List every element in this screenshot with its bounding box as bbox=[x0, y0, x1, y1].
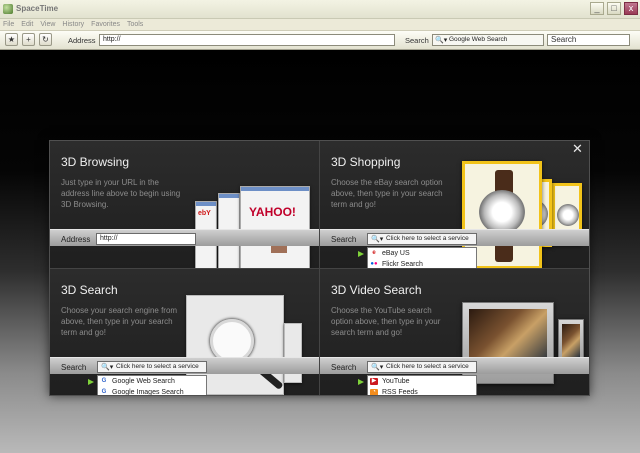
service-select[interactable]: 🔍▾ Click here to select a service bbox=[97, 361, 207, 373]
option-label: YouTube bbox=[382, 378, 410, 385]
app-icon bbox=[3, 4, 13, 14]
option-youtube[interactable]: ▶ YouTube bbox=[368, 376, 476, 387]
shopping-illustration bbox=[462, 161, 589, 268]
search-engine-select[interactable]: 🔍▾ Google Web Search bbox=[432, 34, 544, 46]
menu-tools[interactable]: Tools bbox=[127, 21, 143, 28]
address-toolbar: ★ + ↻ Address http:// Search 🔍▾ Google W… bbox=[0, 31, 640, 50]
panel-description: Just type in your URL in the address lin… bbox=[61, 178, 181, 209]
plus-icon: + bbox=[26, 35, 31, 44]
pointer-arrow-icon bbox=[358, 251, 364, 257]
panel-title: 3D Browsing bbox=[61, 155, 130, 169]
panel-description: Choose the eBay search option above, the… bbox=[331, 178, 443, 209]
panel-title: 3D Shopping bbox=[331, 155, 401, 169]
star-icon: ★ bbox=[7, 35, 16, 44]
title-bar: SpaceTime _ □ x bbox=[0, 0, 640, 19]
panel-3d-video-search: 3D Video Search Choose the YouTube searc… bbox=[320, 269, 589, 396]
option-label: eBay US bbox=[382, 250, 410, 257]
search-input[interactable]: Search bbox=[547, 34, 630, 46]
service-select-text: Click here to select a service bbox=[386, 235, 469, 242]
search-bar: Search 🔍▾ Click here to select a service bbox=[320, 357, 589, 374]
welcome-dialog: 3D Browsing Just type in your URL in the… bbox=[49, 140, 590, 396]
service-select[interactable]: 🔍▾ Click here to select a service bbox=[367, 361, 477, 373]
menu-bar: File Edit View History Favorites Tools bbox=[0, 19, 640, 31]
service-dropdown: e eBay US ●● Flickr Search bbox=[367, 247, 477, 268]
search-select-icon: 🔍▾ bbox=[371, 236, 384, 243]
option-label: Google Images Search bbox=[112, 389, 184, 396]
panel-3d-browsing: 3D Browsing Just type in your URL in the… bbox=[50, 141, 320, 269]
option-label: Flickr Search bbox=[382, 261, 423, 268]
search-engine-value: Google Web Search bbox=[449, 36, 508, 43]
service-select-text: Click here to select a service bbox=[386, 363, 469, 370]
panel-3d-shopping: 3D Shopping Choose the eBay search optio… bbox=[320, 141, 589, 269]
yahoo-logo: YAHOO! bbox=[249, 205, 296, 219]
flickr-icon: ●● bbox=[370, 261, 378, 267]
service-dropdown: ▶ YouTube ◔ RSS Feeds bbox=[367, 375, 477, 396]
page-preview-yahoo: YAHOO! bbox=[240, 186, 310, 268]
search-select-icon: 🔍▾ bbox=[371, 364, 384, 371]
search-label: Search bbox=[61, 363, 87, 372]
search-engine-icon: 🔍▾ bbox=[435, 37, 448, 44]
address-bar: Address http:// bbox=[50, 229, 319, 246]
google-icon: G bbox=[101, 378, 107, 384]
service-dropdown: G Google Web Search G Google Images Sear… bbox=[97, 375, 207, 396]
watch-image bbox=[479, 190, 525, 234]
close-button[interactable]: x bbox=[624, 2, 638, 15]
option-rss-feeds[interactable]: ◔ RSS Feeds bbox=[368, 387, 476, 396]
window-controls: _ □ x bbox=[590, 2, 638, 15]
panel-address-input[interactable]: http:// bbox=[96, 233, 196, 245]
search-label: Search bbox=[331, 235, 357, 244]
rss-icon: ◔ bbox=[370, 389, 378, 395]
option-ebay-us[interactable]: e eBay US bbox=[368, 248, 476, 259]
tv-screen bbox=[562, 324, 580, 358]
maximize-button[interactable]: □ bbox=[607, 2, 621, 15]
pointer-arrow-icon bbox=[88, 379, 94, 385]
dialog-close-button[interactable]: ✕ bbox=[572, 142, 583, 156]
pointer-arrow-icon bbox=[358, 379, 364, 385]
menu-file[interactable]: File bbox=[3, 21, 14, 28]
search-bar: Search 🔍▾ Click here to select a service bbox=[320, 229, 589, 246]
address-label: Address bbox=[61, 235, 91, 244]
window-title: SpaceTime bbox=[16, 4, 59, 13]
ebay-logo: ebY bbox=[198, 210, 211, 217]
service-select[interactable]: 🔍▾ Click here to select a service bbox=[367, 233, 477, 245]
google-icon: G bbox=[101, 389, 107, 395]
option-google-web-search[interactable]: G Google Web Search bbox=[98, 376, 206, 387]
option-flickr-search[interactable]: ●● Flickr Search bbox=[368, 259, 476, 268]
option-label: RSS Feeds bbox=[382, 389, 418, 396]
panel-title: 3D Video Search bbox=[331, 283, 422, 297]
menu-edit[interactable]: Edit bbox=[21, 21, 33, 28]
panel-3d-search: 3D Search Choose your search engine from… bbox=[50, 269, 320, 396]
favorite-star-button[interactable]: ★ bbox=[5, 33, 18, 46]
panel-description: Choose your search engine from above, th… bbox=[61, 306, 178, 337]
address-input[interactable]: http:// bbox=[99, 34, 395, 46]
address-label: Address bbox=[68, 36, 96, 45]
panel-description: Choose the YouTube search option above, … bbox=[331, 306, 441, 337]
refresh-icon: ↻ bbox=[42, 35, 49, 44]
add-button[interactable]: + bbox=[22, 33, 35, 46]
search-label: Search bbox=[331, 363, 357, 372]
youtube-icon: ▶ bbox=[370, 378, 378, 385]
service-select-text: Click here to select a service bbox=[116, 363, 199, 370]
refresh-button[interactable]: ↻ bbox=[39, 33, 52, 46]
watch-image bbox=[557, 204, 579, 226]
minimize-button[interactable]: _ bbox=[590, 2, 604, 15]
option-label: Google Web Search bbox=[112, 378, 175, 385]
menu-favorites[interactable]: Favorites bbox=[91, 21, 120, 28]
panel-title: 3D Search bbox=[61, 283, 118, 297]
ebay-icon: e bbox=[372, 250, 376, 256]
document-preview bbox=[284, 323, 302, 383]
menu-view[interactable]: View bbox=[40, 21, 55, 28]
option-google-images-search[interactable]: G Google Images Search bbox=[98, 387, 206, 396]
menu-history[interactable]: History bbox=[62, 21, 84, 28]
search-bar: Search 🔍▾ Click here to select a service bbox=[50, 357, 319, 374]
browsing-illustration: ebY YAHOO! bbox=[190, 181, 319, 268]
search-label: Search bbox=[405, 36, 429, 45]
video-illustration bbox=[462, 297, 589, 395]
search-select-icon: 🔍▾ bbox=[101, 364, 114, 371]
